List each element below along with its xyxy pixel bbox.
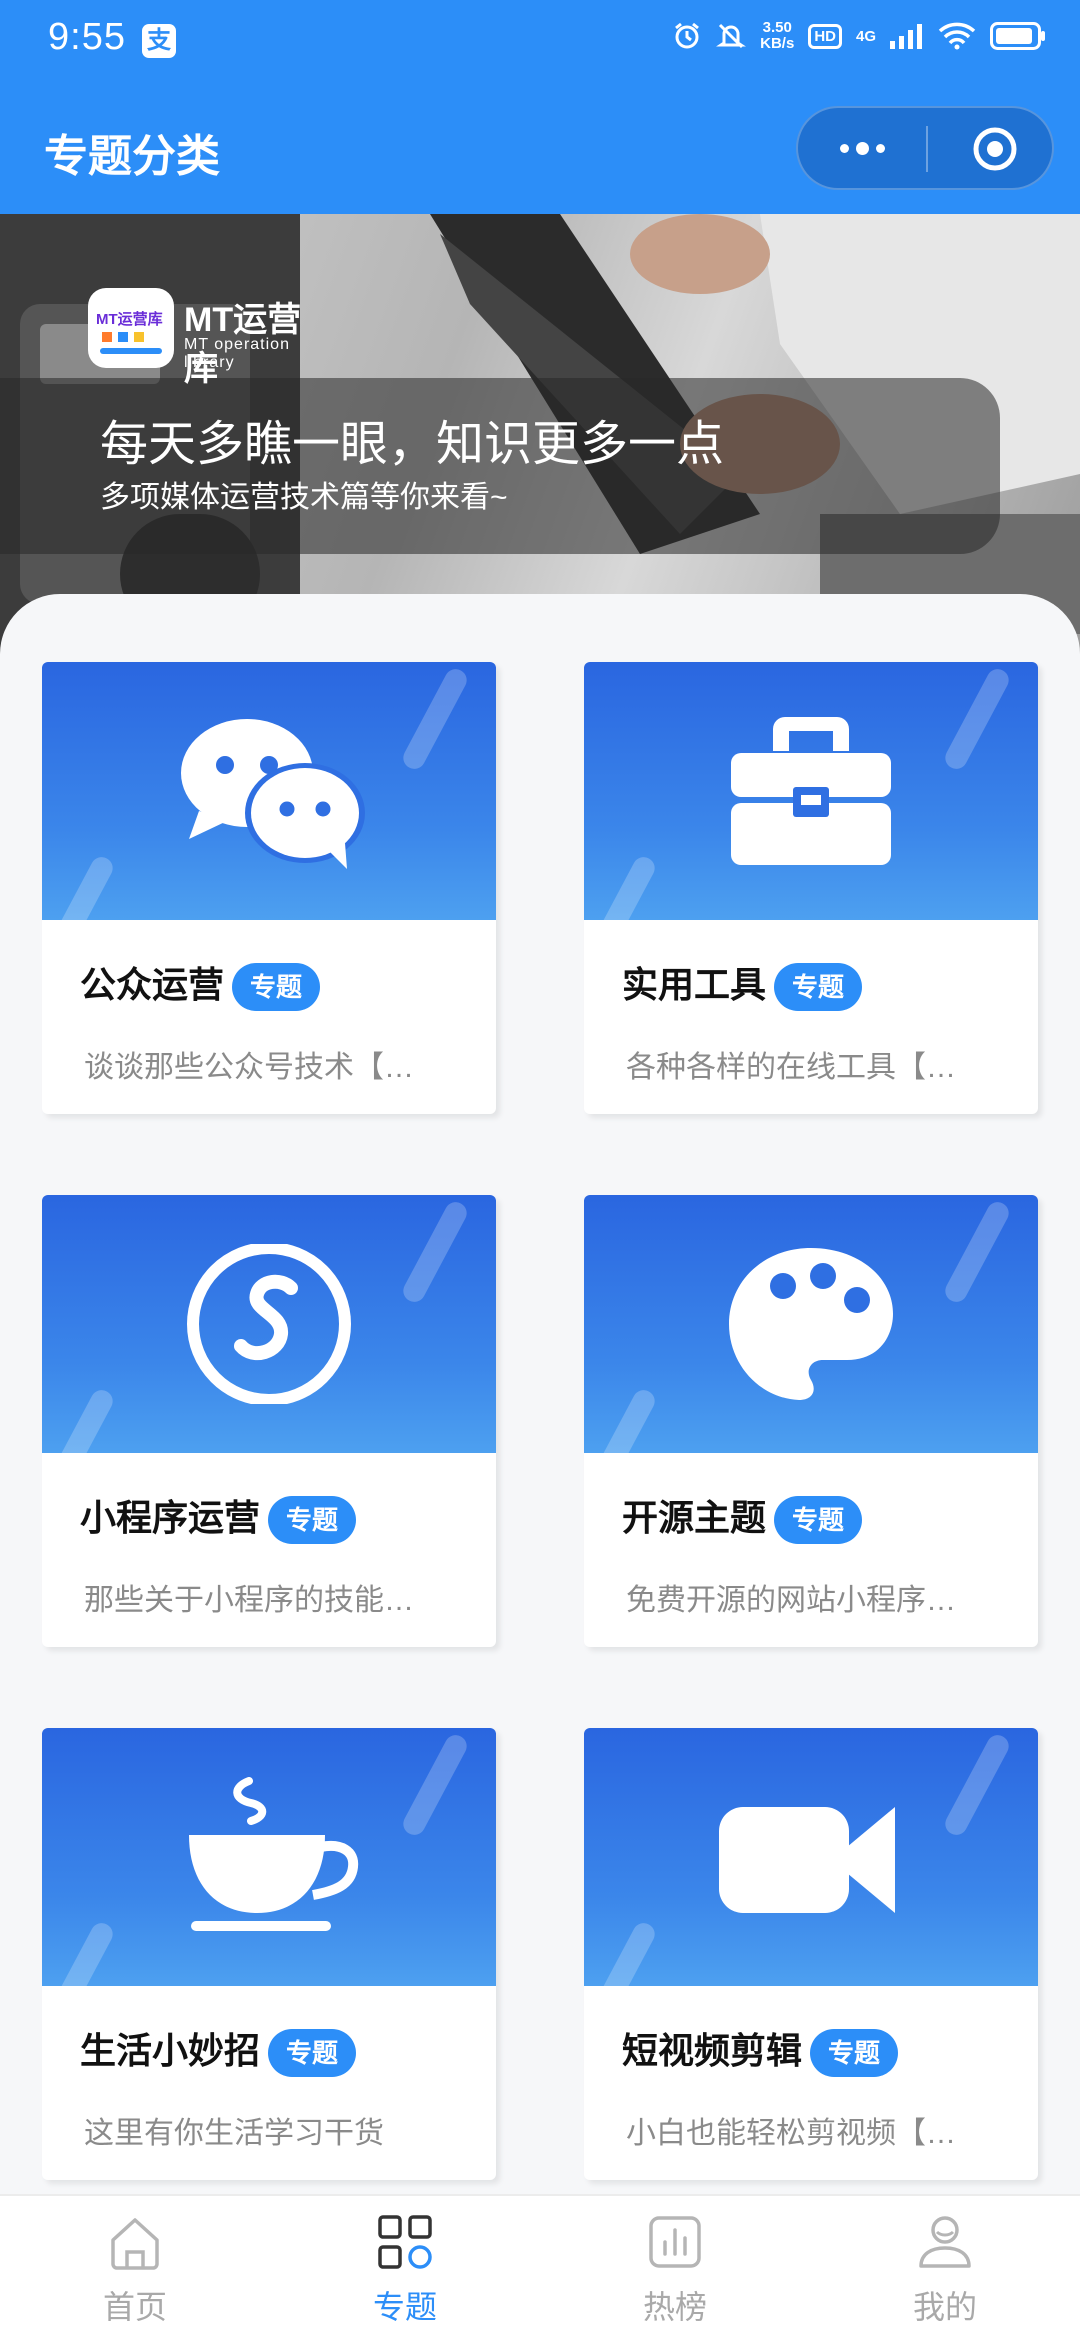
- tab-label: 热榜: [642, 2289, 707, 2325]
- card-hero: [584, 1195, 1038, 1453]
- category-card-public-account[interactable]: 公众运营 专题 谈谈那些公众号技术【…: [42, 662, 496, 1114]
- tab-hot-list[interactable]: 热榜: [540, 2196, 810, 2342]
- topic-badge: 专题: [268, 2029, 357, 2078]
- card-hero: [584, 1728, 1038, 1986]
- tab-topics[interactable]: 专题: [270, 2196, 540, 2342]
- card-hero: [42, 662, 496, 920]
- banner-title: 每天多瞧一眼，知识更多一点: [100, 418, 725, 471]
- decor-stripe: [399, 1731, 471, 1839]
- card-title-text: 生活小妙招: [80, 2030, 261, 2071]
- alarm-icon: [675, 22, 700, 49]
- tab-label: 我的: [912, 2289, 977, 2325]
- banner-subtitle: 多项媒体运营技术篇等你来看~: [100, 481, 508, 514]
- card-title: 公众运营 专题: [80, 956, 321, 1012]
- card-title-text: 实用工具: [622, 964, 767, 1005]
- topic-badge: 专题: [232, 963, 321, 1012]
- video-camera-icon: [719, 1807, 895, 1913]
- more-dot-icon: [855, 141, 869, 155]
- network-type: 4G: [855, 27, 876, 45]
- chart-icon: [649, 2216, 701, 2268]
- category-card-open-source[interactable]: 开源主题 专题 免费开源的网站小程序…: [584, 1195, 1038, 1647]
- decor-stripe: [399, 665, 471, 773]
- status-time: 9:55: [48, 16, 126, 58]
- close-mini-program-button[interactable]: [970, 124, 1020, 174]
- grid-icon: [378, 2215, 432, 2269]
- card-hero: [584, 662, 1038, 920]
- card-description: 免费开源的网站小程序…: [626, 1584, 956, 1617]
- nav-header: 专题分类: [0, 86, 1080, 214]
- toolbox-icon: [731, 717, 891, 865]
- decor-stripe: [45, 853, 117, 920]
- hd-icon: HD: [808, 23, 842, 49]
- bottom-tab-bar: 首页 专题 热榜 我的: [0, 2194, 1080, 2342]
- brand-logo: MT运营库 MT运营库 MT operation library: [88, 288, 328, 388]
- card-hero: [42, 1195, 496, 1453]
- mini-program-icon: [187, 1244, 351, 1404]
- decor-stripe: [399, 1198, 471, 1306]
- card-title-text: 公众运营: [80, 964, 225, 1005]
- decor-stripe: [45, 1919, 117, 1986]
- net-speed-unit: KB/s: [760, 35, 795, 52]
- card-title-text: 小程序运营: [80, 1497, 261, 1538]
- card-title-text: 开源主题: [622, 1497, 767, 1538]
- alipay-notification-icon: 支: [142, 24, 176, 58]
- decor-stripe: [45, 1386, 117, 1453]
- topic-badge: 专题: [268, 1496, 357, 1545]
- decor-stripe: [941, 1198, 1013, 1306]
- logo-badge-icon: MT运营库: [88, 288, 174, 368]
- card-description: 这里有你生活学习干货: [84, 2117, 384, 2150]
- mute-icon: [716, 23, 747, 49]
- card-title-text: 短视频剪辑: [622, 2030, 803, 2071]
- wechat-icon: [181, 719, 365, 869]
- palette-icon: [729, 1248, 893, 1400]
- svg-text:MT运营库: MT运营库: [96, 310, 163, 328]
- more-dot-icon: [839, 143, 849, 153]
- card-title: 小程序运营 专题: [80, 1489, 357, 1545]
- topic-badge: 专题: [774, 1496, 863, 1545]
- card-description: 小白也能轻松剪视频【…: [626, 2117, 956, 2150]
- capsule-divider: [926, 126, 928, 172]
- home-icon: [111, 2218, 159, 2270]
- tab-label: 首页: [102, 2289, 167, 2325]
- topic-badge: 专题: [774, 963, 863, 1012]
- decor-stripe: [941, 1731, 1013, 1839]
- category-card-life-tips[interactable]: 生活小妙招 专题 这里有你生活学习干货: [42, 1728, 496, 2180]
- tab-mine[interactable]: 我的: [810, 2196, 1080, 2342]
- logo-subtext: MT operation library: [184, 336, 290, 371]
- net-speed-value: 3.50: [762, 19, 792, 36]
- card-title: 短视频剪辑 专题: [622, 2022, 899, 2078]
- card-description: 那些关于小程序的技能…: [84, 1584, 414, 1617]
- category-card-tools[interactable]: 实用工具 专题 各种各样的在线工具【…: [584, 662, 1038, 1114]
- tab-home[interactable]: 首页: [0, 2196, 270, 2342]
- mini-program-capsule: [796, 106, 1054, 190]
- page-title: 专题分类: [44, 132, 220, 181]
- coffee-cup-icon: [189, 1777, 359, 1931]
- decor-stripe: [587, 1386, 659, 1453]
- status-indicators: 3.50 KB/s HD 4G: [672, 20, 1046, 52]
- topic-badge: 专题: [810, 2029, 899, 2078]
- card-description: 谈谈那些公众号技术【…: [84, 1051, 414, 1084]
- category-card-mini-program[interactable]: 小程序运营 专题 那些关于小程序的技能…: [42, 1195, 496, 1647]
- decor-stripe: [587, 1919, 659, 1986]
- card-hero: [42, 1728, 496, 1986]
- card-title: 实用工具 专题: [622, 956, 863, 1012]
- decor-stripe: [941, 665, 1013, 773]
- card-description: 各种各样的在线工具【…: [626, 1051, 956, 1084]
- card-title: 生活小妙招 专题: [80, 2022, 357, 2078]
- decor-stripe: [587, 853, 659, 920]
- wifi-icon: [938, 22, 976, 50]
- net-speed: 3.50 KB/s: [760, 20, 794, 52]
- signal-icon: [890, 24, 922, 49]
- status-bar: 9:55 支 3.50 KB/s HD 4G: [0, 0, 1080, 86]
- more-dot-icon: [875, 143, 885, 153]
- card-title: 开源主题 专题: [622, 1489, 863, 1545]
- user-icon: [919, 2216, 971, 2268]
- category-card-short-video[interactable]: 短视频剪辑 专题 小白也能轻松剪视频【…: [584, 1728, 1038, 2180]
- more-menu-button[interactable]: [798, 108, 926, 188]
- battery-icon: [990, 22, 1045, 50]
- tab-label: 专题: [372, 2289, 437, 2325]
